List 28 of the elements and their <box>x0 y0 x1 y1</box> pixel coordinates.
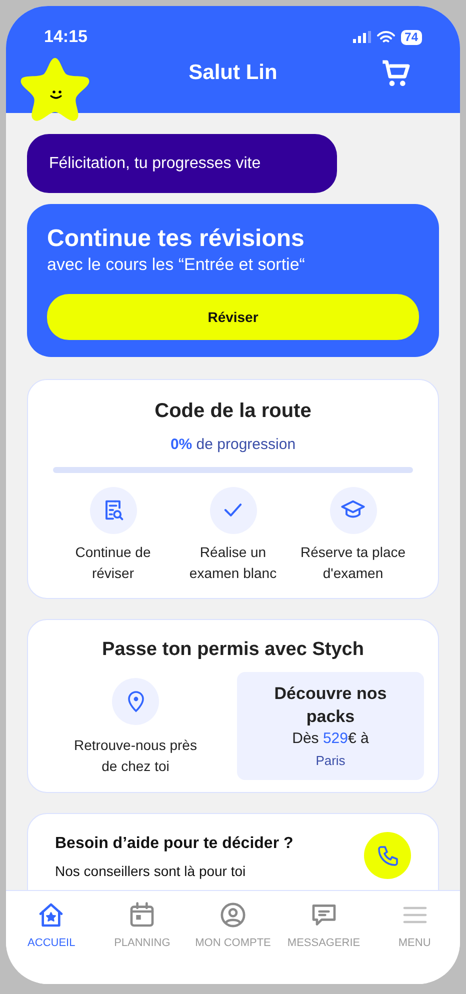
status-time: 14:15 <box>44 26 88 48</box>
user-icon <box>218 901 247 929</box>
packs-title: Découvre nos packs <box>273 683 388 728</box>
location-label[interactable]: Retrouve-nous près de chez toi <box>73 735 198 777</box>
packs-city: Paris <box>316 752 346 770</box>
nav-tab[interactable]: ACCUEIL <box>6 901 97 952</box>
revise-button[interactable]: Réviser <box>47 294 419 340</box>
revision-subtitle: avec le cours les “Entrée et sortie“ <box>47 254 306 276</box>
home-icon <box>37 901 66 929</box>
action-label[interactable]: Réalise un examen blanc <box>177 542 289 584</box>
signal-icon <box>352 31 371 43</box>
help-subtitle: Nos conseillers sont là pour toi <box>55 862 247 881</box>
action-label[interactable]: Continue de réviser <box>57 542 169 584</box>
help-title: Besoin d’aide pour te décider ? <box>55 834 294 854</box>
congratulation-banner: Félicitation, tu progresses vite <box>27 134 337 193</box>
revision-title: Continue tes révisions <box>47 224 306 254</box>
packs-panel[interactable]: Découvre nos packs Dès 529€ à Paris <box>237 672 424 780</box>
permit-title: Passe ton permis avec Stych <box>101 638 365 662</box>
action-label[interactable]: Réserve ta place d'examen <box>297 542 409 584</box>
code-title: Code de la route <box>154 399 312 424</box>
wifi-icon <box>376 30 395 44</box>
packs-price: Dès 529€ à <box>292 729 369 749</box>
battery-indicator: 74 <box>400 30 422 44</box>
calendar-icon <box>128 901 156 929</box>
phone-button[interactable] <box>364 832 411 879</box>
progress-text: 0% de progression <box>170 435 296 455</box>
phone-icon <box>376 844 400 868</box>
header-title: Salut Lin <box>188 60 278 86</box>
